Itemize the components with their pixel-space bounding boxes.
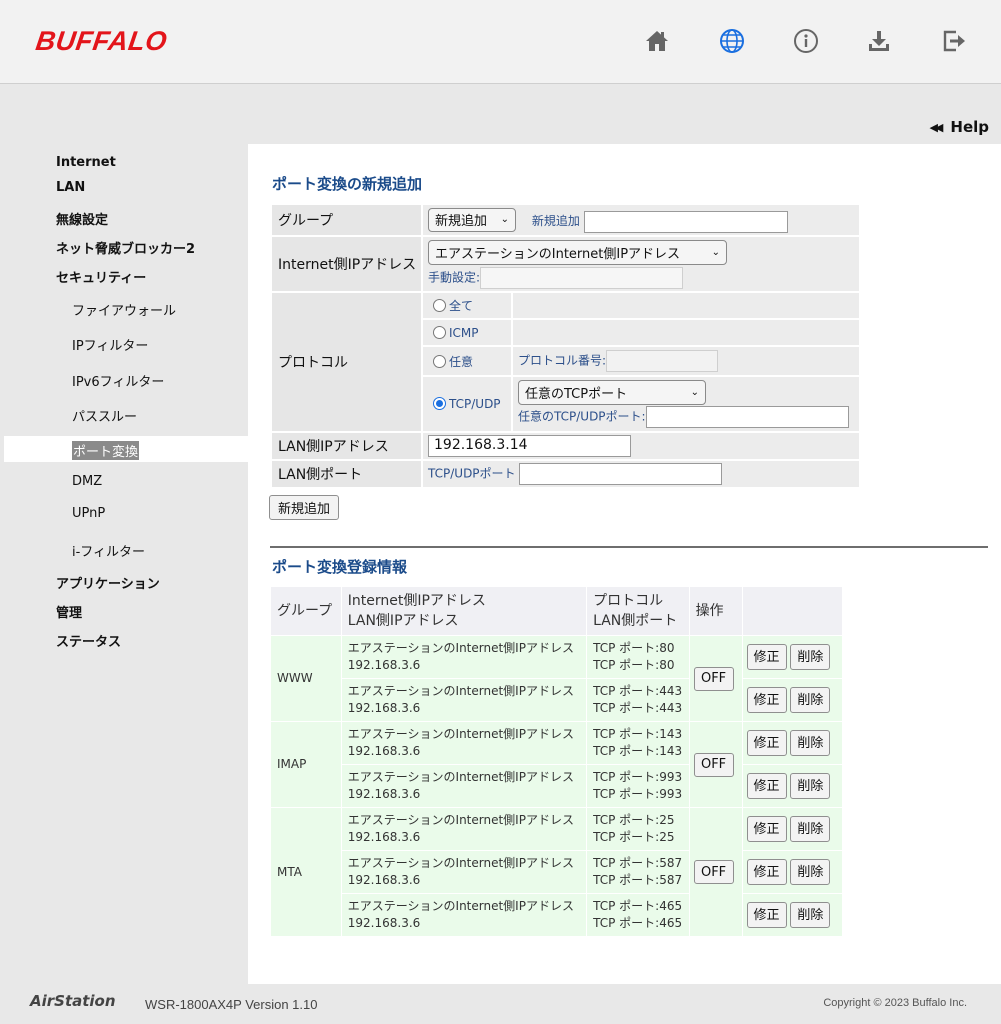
table-row: エアステーションのInternet側IPアドレス 192.168.3.6 TCP … (271, 894, 842, 936)
delete-button[interactable]: 削除 (790, 644, 831, 670)
section-divider (270, 546, 988, 548)
nav-ipv6-filter[interactable]: IPv6フィルター (72, 371, 164, 390)
nav-admin[interactable]: 管理 (56, 602, 82, 621)
protocol-label: プロトコル (272, 293, 421, 431)
off-toggle-button[interactable]: OFF (693, 666, 734, 691)
manual-label: 手動設定: (428, 270, 481, 284)
chevron-down-icon: ⌄ (690, 387, 699, 398)
nav-upnp[interactable]: UPnP (72, 506, 105, 521)
table-row: エアステーションのInternet側IPアドレス 192.168.3.6 TCP … (271, 679, 842, 721)
edit-button[interactable]: 修正 (746, 687, 787, 713)
help-button[interactable]: ◀◀ Help (929, 118, 989, 136)
internet-globe-icon[interactable] (717, 26, 747, 56)
add-new-button[interactable]: 新規追加 (269, 495, 339, 520)
nav-application[interactable]: アプリケーション (56, 573, 160, 592)
nav-ip-filter[interactable]: IPフィルター (72, 335, 148, 354)
delete-button[interactable]: 削除 (790, 687, 831, 713)
proto-any-option[interactable]: 任意 (423, 347, 511, 375)
delete-button[interactable]: 削除 (790, 773, 831, 799)
download-icon[interactable] (864, 26, 894, 56)
proto-icmp-option[interactable]: ICMP (423, 320, 511, 345)
table-row: MTA エアステーションのInternet側IPアドレス 192.168.3.6 … (271, 808, 842, 936)
col-op: 操作 (689, 587, 742, 635)
lan-ip-label: LAN側IPアドレス (272, 433, 421, 459)
off-toggle-button[interactable]: OFF (693, 860, 734, 884)
proto-number-input[interactable] (606, 350, 719, 372)
nav-wireless[interactable]: 無線設定 (56, 209, 108, 228)
delete-button[interactable]: 削除 (790, 730, 831, 756)
wan-ip-select[interactable]: エアステーションのInternet側IPアドレス ⌄ (428, 239, 727, 265)
collapse-arrows-icon: ◀◀ (929, 120, 943, 134)
buffalo-logo[interactable]: BUFFALO (34, 26, 169, 57)
list-header-row: グループ Internet側IPアドレス LAN側IPアドレス プロトコル LAN側… (271, 587, 842, 635)
nav-passthrough[interactable]: パススルー (72, 406, 137, 425)
delete-button[interactable]: 削除 (790, 859, 831, 885)
nav-lan[interactable]: LAN (56, 180, 85, 195)
edit-button[interactable]: 修正 (746, 816, 787, 842)
home-icon[interactable] (642, 26, 672, 56)
col-ip: Internet側IPアドレス LAN側IPアドレス (341, 587, 587, 635)
top-header: BUFFALO (0, 0, 1001, 84)
delete-button[interactable]: 削除 (790, 902, 831, 928)
add-form-title: ポート変換の新規追加 (272, 175, 423, 193)
lan-port-input[interactable] (519, 463, 723, 485)
tcp-port-input[interactable] (645, 406, 849, 428)
radio-selected-icon (433, 397, 446, 410)
logout-icon[interactable] (940, 26, 970, 56)
proto-number-label: プロトコル番号: (518, 353, 607, 368)
model-version: WSR-1800AX4P Version 1.10 (145, 997, 318, 1012)
radio-unselected-icon (433, 325, 446, 339)
edit-button[interactable]: 修正 (746, 730, 787, 756)
col-group: グループ (271, 587, 341, 635)
nav-security[interactable]: セキュリティー (56, 267, 146, 286)
col-protocol: プロトコル LAN側ポート (587, 587, 689, 635)
nav-i-filter[interactable]: i-フィルター (72, 541, 145, 560)
group-name: WWW (271, 636, 341, 721)
wan-ip-label: Internet側IPアドレス (272, 237, 421, 291)
main-panel: ポート変換の新規追加 グループ 新規追加 ⌄ 新規追加 Internet側IPアド… (248, 144, 1001, 984)
lan-ip-input[interactable]: 192.168.3.14 (428, 435, 631, 457)
group-name: IMAP (271, 722, 341, 807)
group-name: MTA (271, 808, 341, 936)
tcp-port-select[interactable]: 任意のTCPポート ⌄ (518, 380, 706, 405)
table-row: エアステーションのInternet側IPアドレス 192.168.3.6 TCP … (271, 765, 842, 807)
edit-button[interactable]: 修正 (746, 644, 787, 670)
nav-firewall[interactable]: ファイアウォール (72, 300, 176, 319)
nav-dmz[interactable]: DMZ (72, 474, 102, 489)
info-icon[interactable] (791, 26, 821, 56)
add-form-table: グループ 新規追加 ⌄ 新規追加 Internet側IPアドレス エアステーション… (270, 203, 861, 489)
tcp-port-label: 任意のTCP/UDPポート: (518, 409, 646, 424)
port-forward-list: グループ Internet側IPアドレス LAN側IPアドレス プロトコル LAN側… (270, 586, 843, 937)
edit-button[interactable]: 修正 (746, 773, 787, 799)
nav-port-forwarding[interactable]: ポート変換 (72, 441, 140, 460)
nav-threat-blocker[interactable]: ネット脅威ブロッカー2 (56, 238, 195, 257)
new-group-label: 新規追加 (531, 214, 580, 228)
copyright: Copyright © 2023 Buffalo Inc. (823, 997, 967, 1009)
lan-port-sub-label: TCP/UDPポート (428, 466, 516, 481)
manual-ip-input[interactable] (480, 266, 684, 289)
radio-unselected-icon (433, 299, 446, 312)
lan-port-label: LAN側ポート (272, 461, 421, 487)
table-row: IMAP エアステーションのInternet側IPアドレス 192.168.3.6… (271, 722, 842, 807)
table-row: エアステーションのInternet側IPアドレス 192.168.3.6 TCP … (271, 851, 842, 893)
radio-unselected-icon (433, 354, 446, 368)
proto-all-option[interactable]: 全て (423, 293, 511, 318)
chevron-down-icon: ⌄ (500, 214, 509, 225)
nav-status[interactable]: ステータス (56, 631, 121, 650)
new-group-input[interactable] (583, 210, 788, 233)
airstation-logo: AirStation (30, 992, 116, 1010)
delete-button[interactable]: 削除 (790, 816, 831, 842)
chevron-down-icon: ⌄ (711, 246, 720, 258)
off-toggle-button[interactable]: OFF (693, 752, 734, 777)
group-select[interactable]: 新規追加 ⌄ (428, 207, 516, 232)
nav-internet[interactable]: Internet (56, 155, 116, 170)
edit-button[interactable]: 修正 (746, 902, 787, 928)
list-title: ポート変換登録情報 (272, 558, 408, 576)
group-label: グループ (272, 205, 421, 235)
edit-button[interactable]: 修正 (746, 859, 787, 885)
table-row: WWW エアステーションのInternet側IPアドレス 192.168.3.6 … (271, 636, 842, 721)
proto-tcpudp-option[interactable]: TCP/UDP (423, 377, 511, 431)
